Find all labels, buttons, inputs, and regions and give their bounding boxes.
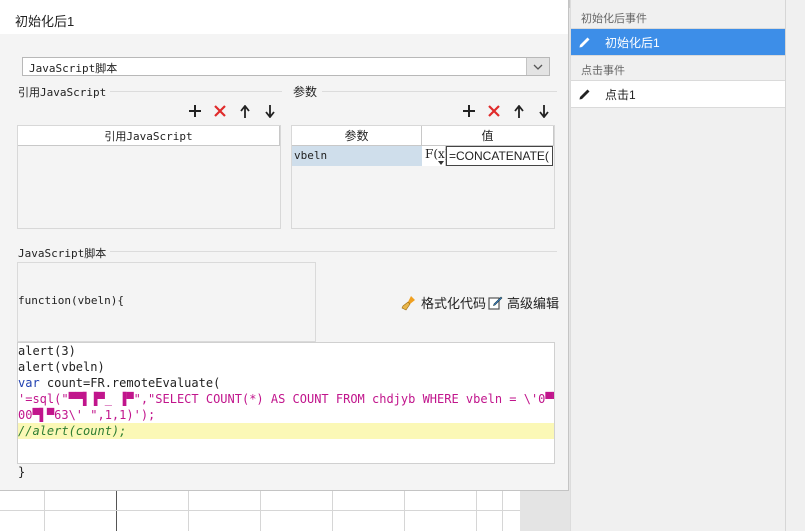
referenced-js-table[interactable]: 引用JavaScript [17, 125, 281, 229]
referenced-js-section-label: 引用JavaScript [18, 84, 111, 100]
code-keyword: var [18, 376, 40, 390]
param-value-input[interactable]: =CONCATENATE( [446, 146, 553, 166]
event-item-click[interactable]: 点击1 [571, 81, 786, 107]
event-item-after-init[interactable]: 初始化后1 [571, 29, 786, 55]
function-signature: function(vbeln){ [18, 294, 124, 307]
code-line: alert(3) [18, 344, 76, 358]
format-code-label: 格式化代码 [421, 296, 487, 311]
arrow-up-icon[interactable] [510, 102, 528, 120]
event-item-label: 点击1 [605, 87, 636, 102]
arrow-up-icon[interactable] [236, 102, 254, 120]
dialog-titlebar: 初始化后1 [0, 0, 568, 34]
referenced-js-column-header: 引用JavaScript [18, 126, 280, 146]
script-section-label: JavaScript脚本 [18, 245, 111, 261]
broom-icon [401, 295, 415, 310]
code-line: '=sql("▀▀▌▐▀_ ▐▀","SELECT COUNT(*) AS CO… [18, 392, 554, 406]
event-group-label: 点击事件 [581, 65, 625, 77]
event-group-label: 初始化后事件 [581, 13, 647, 25]
x-icon[interactable] [485, 102, 503, 120]
plus-icon[interactable] [186, 102, 204, 120]
pencil-icon[interactable] [571, 81, 599, 107]
param-name-cell[interactable]: vbeln [292, 146, 422, 166]
formula-icon[interactable]: F(x) [422, 146, 449, 166]
event-editor-dialog: 初始化后1 JavaScript脚本 引用JavaScript 引用JavaSc… [0, 0, 569, 491]
pencil-icon[interactable] [571, 29, 599, 55]
background-spreadsheet-grid [0, 490, 520, 531]
event-item-label: 初始化后1 [605, 35, 660, 50]
code-line: //alert(count); [18, 423, 554, 439]
chevron-down-icon[interactable] [526, 58, 549, 75]
arrow-down-icon[interactable] [535, 102, 553, 120]
params-section-label: 参数 [293, 83, 322, 100]
script-type-select-value: JavaScript脚本 [29, 62, 118, 75]
arrow-down-icon[interactable] [261, 102, 279, 120]
table-row[interactable]: vbeln F(x) =CONCATENATE( [292, 146, 554, 166]
params-column-header-value: 值 [422, 126, 554, 146]
function-closing-brace: } [18, 465, 26, 479]
params-column-header-name: 参数 [292, 126, 422, 146]
advanced-edit-label: 高级编辑 [507, 296, 560, 311]
x-icon[interactable] [211, 102, 229, 120]
code-editor[interactable]: alert(3) alert(vbeln) var count=FR.remot… [17, 342, 555, 464]
events-panel: 初始化后事件 初始化后1 点击事件 点击1 [570, 0, 805, 531]
advanced-edit-button[interactable]: 高级编辑 [488, 293, 559, 312]
plus-icon[interactable] [460, 102, 478, 120]
code-text: count=FR.remoteEvaluate( [39, 376, 221, 390]
dialog-title: 初始化后1 [15, 14, 75, 29]
format-code-button[interactable]: 格式化代码 [401, 293, 486, 312]
script-type-select[interactable]: JavaScript脚本 [22, 57, 550, 76]
code-line: var count=FR.remoteEvaluate( [18, 375, 220, 391]
code-line: 00▀▌▀63\' ",1,1)'); [18, 408, 156, 422]
params-table[interactable]: 参数 值 vbeln F(x) =CONCATENATE( [291, 125, 555, 229]
edit-icon [488, 296, 503, 310]
code-line: alert(vbeln) [18, 360, 105, 374]
